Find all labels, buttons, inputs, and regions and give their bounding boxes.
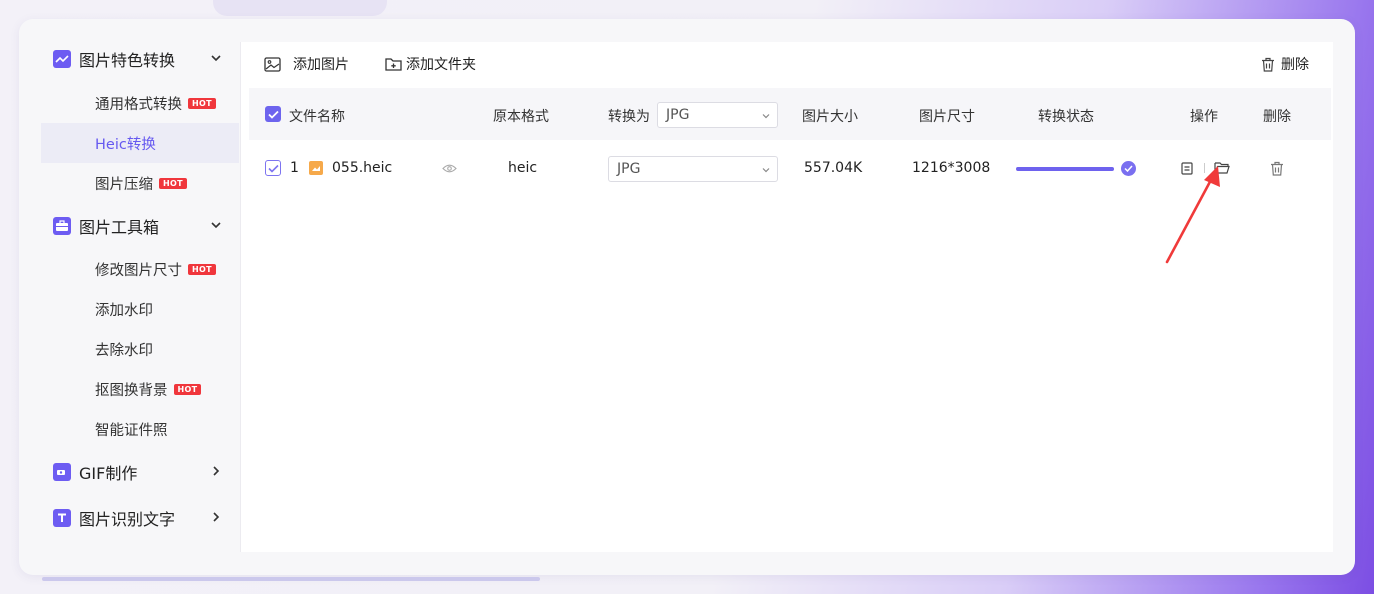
hot-badge: HOT [159, 177, 187, 189]
sidebar-item-label: Heic转换 [95, 136, 156, 153]
folder-add-icon [385, 58, 402, 71]
sidebar-item-general-convert[interactable]: 通用格式转换 HOT [41, 83, 239, 123]
add-image-button[interactable]: 添加图片 [264, 53, 349, 75]
chevron-right-icon [213, 512, 220, 522]
chevron-down-icon [211, 222, 221, 229]
check-icon [267, 110, 279, 119]
annotation-arrow [1165, 166, 1220, 264]
main-panel: 添加图片 添加文件夹 删除 文件名称 原本格式 转换为 JPG 图片大小 图片尺… [241, 42, 1333, 552]
sidebar-section-gif[interactable]: GIF制作 [41, 454, 241, 490]
header-convert-to: 转换为 [608, 109, 650, 125]
row-original-format: heic [508, 160, 538, 176]
row-checkbox[interactable] [265, 160, 281, 176]
sidebar-item-remove-watermark[interactable]: 去除水印 [41, 329, 239, 369]
conversion-progress-bar [1016, 167, 1114, 171]
sidebar-item-cutout-background[interactable]: 抠图换背景 HOT [41, 369, 239, 409]
chevron-down-icon [762, 168, 770, 173]
sidebar-item-label: 通用格式转换 [95, 96, 182, 113]
sidebar-section-image-convert[interactable]: 图片特色转换 [41, 41, 241, 77]
sidebar-item-add-watermark[interactable]: 添加水印 [41, 289, 239, 329]
delete-all-label: 删除 [1281, 57, 1309, 73]
sidebar-item-compress[interactable]: 图片压缩 HOT [41, 163, 239, 203]
sidebar-item-resize[interactable]: 修改图片尺寸 HOT [41, 249, 239, 289]
sidebar-item-label: 图片压缩 [95, 176, 153, 193]
chevron-down-icon [211, 55, 221, 62]
select-value: JPG [617, 161, 641, 177]
header-size: 图片大小 [802, 109, 858, 125]
sidebar-section-title: 图片工具箱 [79, 218, 160, 237]
header-actions: 操作 [1190, 109, 1218, 125]
row-index: 1 [290, 160, 299, 176]
image-file-icon [309, 161, 323, 175]
row-size: 557.04K [804, 160, 863, 176]
preview-eye-icon[interactable] [441, 161, 457, 175]
text-recognition-icon [53, 509, 71, 527]
header-status: 转换状态 [1038, 109, 1094, 125]
sidebar-item-label: 智能证件照 [95, 422, 168, 439]
toolbox-icon [53, 217, 71, 235]
chevron-down-icon [762, 114, 770, 119]
sidebar-section-title: GIF制作 [79, 464, 138, 483]
horizontal-scrollbar[interactable] [42, 577, 540, 581]
select-all-checkbox[interactable] [265, 106, 281, 122]
header-delete: 删除 [1263, 109, 1291, 125]
header-original-format: 原本格式 [493, 109, 549, 125]
toolbar: 添加图片 添加文件夹 删除 [241, 42, 1333, 86]
delete-all-button[interactable]: 删除 [1261, 53, 1309, 75]
sidebar-item-heic-convert[interactable]: Heic转换 [41, 123, 239, 163]
complete-check-icon [1121, 161, 1136, 176]
add-image-label: 添加图片 [293, 57, 349, 73]
chevron-right-icon [213, 466, 220, 476]
row-delete-icon[interactable] [1269, 160, 1285, 176]
add-folder-label: 添加文件夹 [406, 57, 476, 73]
header-filename: 文件名称 [289, 109, 345, 125]
hot-badge: HOT [188, 263, 216, 275]
sidebar-item-id-photo[interactable]: 智能证件照 [41, 409, 239, 449]
gif-icon [53, 463, 71, 481]
image-icon [264, 56, 281, 72]
sidebar-item-label: 抠图换背景 [95, 382, 168, 399]
sidebar-section-toolbox[interactable]: 图片工具箱 [41, 208, 241, 244]
header-dimensions: 图片尺寸 [919, 109, 975, 125]
trash-icon [1262, 57, 1274, 72]
hot-badge: HOT [188, 97, 216, 109]
top-tab [213, 0, 387, 16]
sidebar-item-label: 修改图片尺寸 [95, 262, 182, 279]
sidebar: 图片特色转换 通用格式转换 HOT Heic转换 图片压缩 HOT 图片工具箱 … [41, 41, 241, 553]
table-header: 文件名称 原本格式 转换为 JPG 图片大小 图片尺寸 转换状态 操作 删除 [249, 88, 1331, 140]
row-dimensions: 1216*3008 [912, 160, 991, 176]
sidebar-section-title: 图片特色转换 [79, 51, 176, 70]
sidebar-section-ocr[interactable]: 图片识别文字 [41, 500, 241, 536]
hot-badge: HOT [173, 383, 202, 395]
row-filename: 055.heic [332, 160, 393, 176]
sidebar-item-label: 去除水印 [95, 342, 153, 359]
add-folder-button[interactable]: 添加文件夹 [385, 53, 476, 75]
check-icon [267, 164, 279, 173]
sidebar-item-label: 添加水印 [95, 302, 153, 319]
select-value: JPG [666, 107, 690, 123]
row-format-select[interactable]: JPG [608, 156, 778, 182]
image-convert-icon [53, 50, 71, 68]
convert-all-format-select[interactable]: JPG [657, 102, 778, 128]
progress-fill [1016, 167, 1114, 171]
sidebar-section-title: 图片识别文字 [79, 510, 176, 529]
